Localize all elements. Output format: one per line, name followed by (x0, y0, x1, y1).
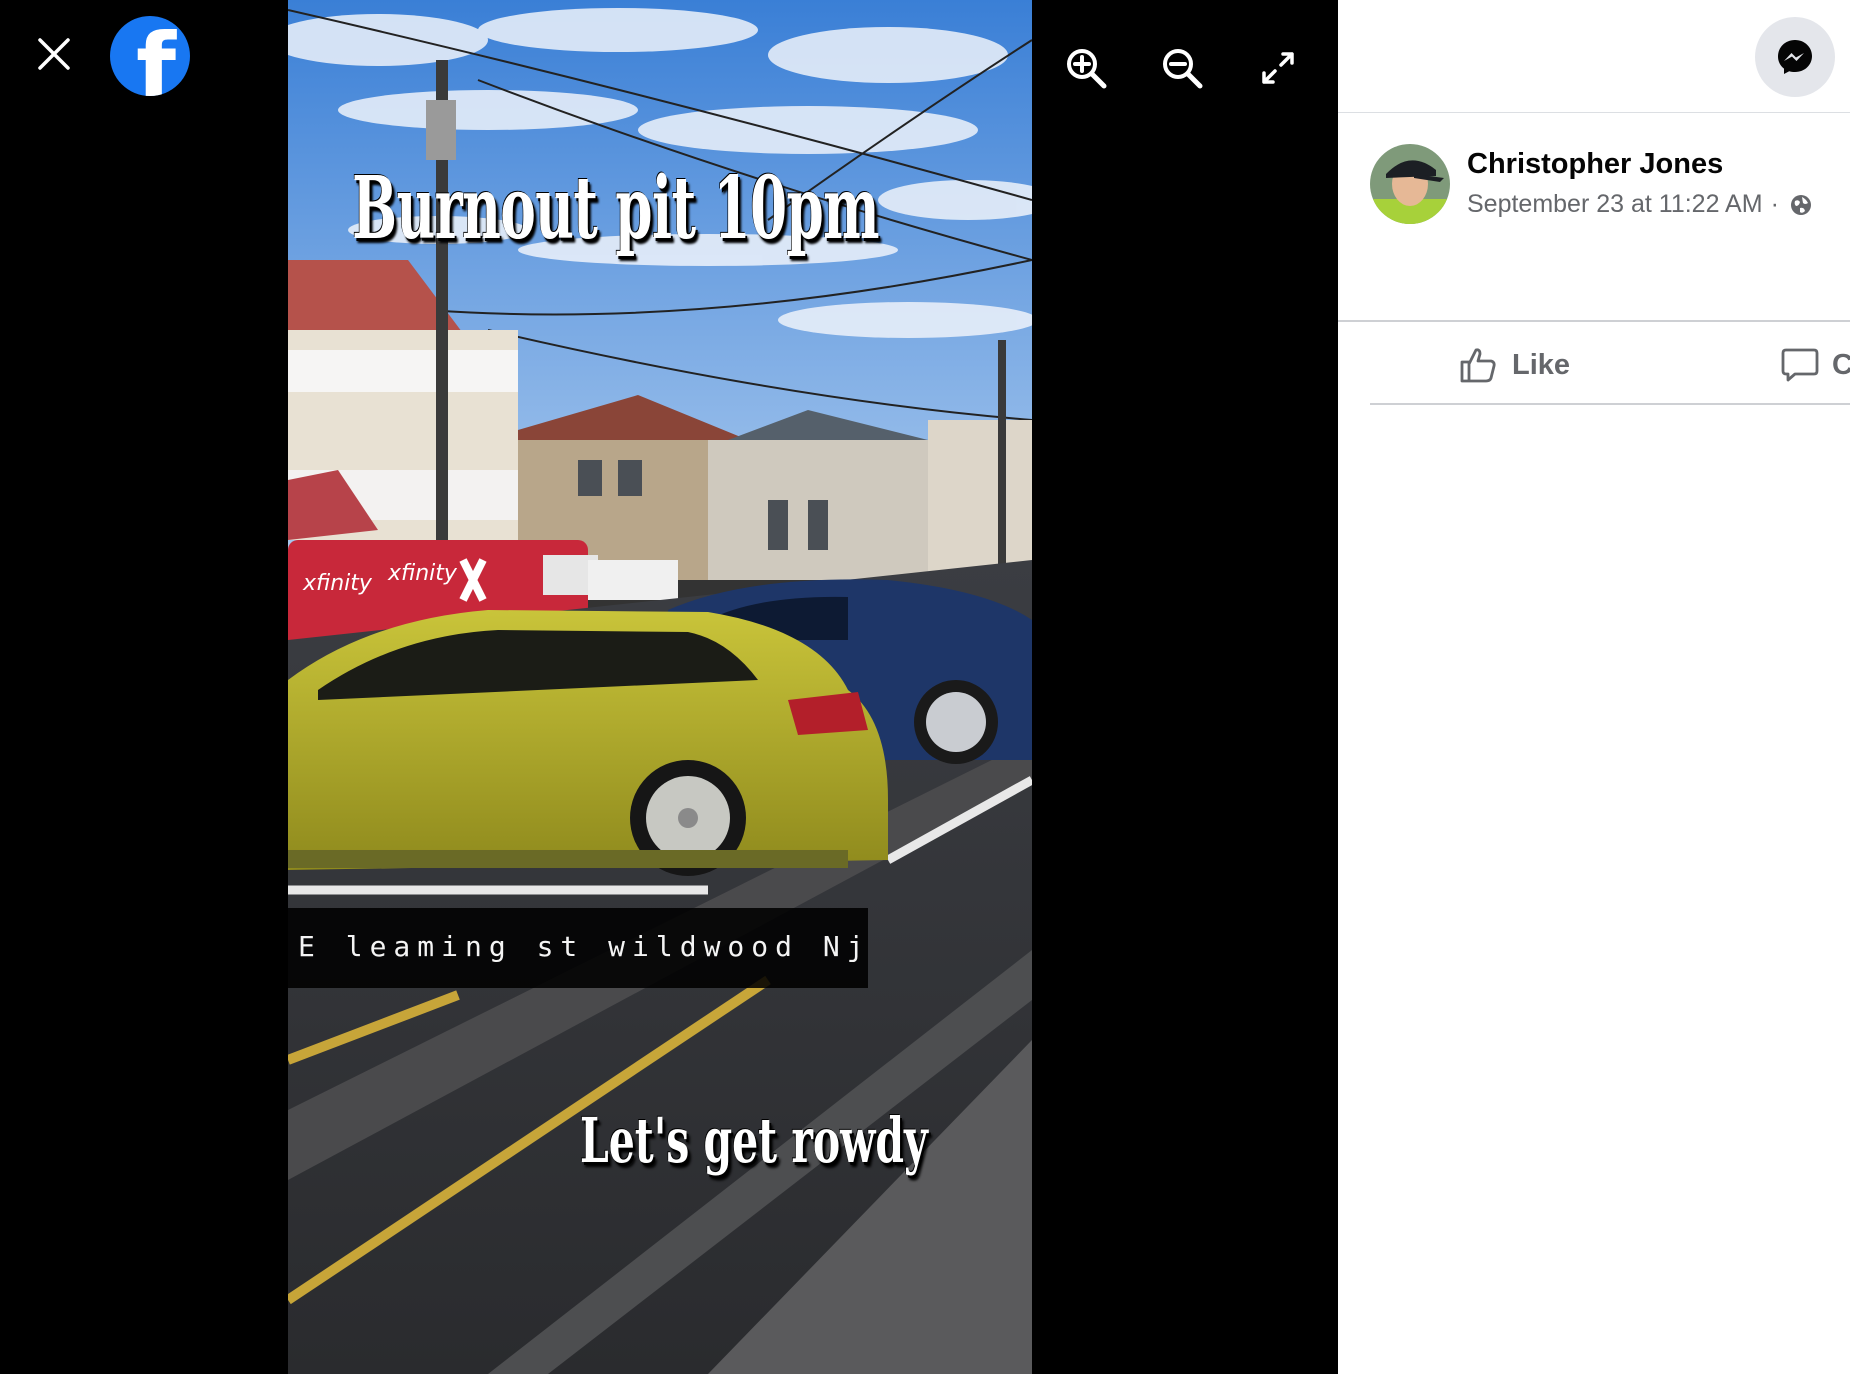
messenger-icon (1778, 40, 1812, 74)
divider (1338, 320, 1850, 322)
zoom-in-button[interactable] (1060, 42, 1112, 94)
address-text: E leaming st wildwood Nj (298, 930, 871, 963)
author-name-link[interactable]: Christopher Jones (1467, 148, 1723, 181)
comment-label: C (1832, 348, 1850, 381)
photo-viewer: f xfinity xfinity Burnout pit 10pm E lea… (0, 0, 1338, 1374)
comment-icon (1781, 348, 1819, 382)
avatar-image (1370, 144, 1450, 224)
thumbs-up-icon (1460, 348, 1496, 383)
close-button[interactable] (30, 30, 78, 78)
zoom-out-icon (1163, 49, 1203, 89)
post-timestamp-link[interactable]: September 23 at 11:22 AM (1467, 190, 1763, 219)
like-label: Like (1512, 348, 1571, 381)
divider (1370, 403, 1850, 405)
post-photo[interactable]: xfinity xfinity Burnout pit 10pm E leami… (288, 0, 1032, 1374)
comment-button[interactable]: C (1780, 338, 1850, 392)
author-avatar[interactable] (1370, 144, 1450, 224)
photo-caption-top: Burnout pit 10pm (352, 158, 880, 259)
van-logo-1: xfinity (302, 571, 373, 596)
sidebar-header (1338, 0, 1850, 113)
globe-icon (1790, 194, 1811, 215)
post-meta: September 23 at 11:22 AM · (1467, 190, 1813, 219)
facebook-logo-glyph: f (136, 16, 177, 97)
facebook-logo[interactable]: f (110, 16, 190, 96)
van-logo-2: xfinity (387, 561, 458, 586)
zoom-in-icon (1067, 49, 1107, 89)
post-sidebar: Christopher Jones September 23 at 11:22 … (1338, 0, 1850, 1374)
meta-separator: · (1770, 190, 1779, 218)
messenger-button[interactable] (1755, 17, 1835, 97)
address-label: E leaming st wildwood Nj (288, 908, 868, 988)
close-icon (38, 38, 70, 70)
like-button[interactable]: Like (1458, 338, 1570, 392)
zoom-out-button[interactable] (1156, 42, 1208, 94)
fullscreen-icon (1262, 52, 1294, 84)
fullscreen-button[interactable] (1252, 42, 1304, 94)
photo-caption-bottom: Let's get rowdy (580, 1104, 928, 1177)
